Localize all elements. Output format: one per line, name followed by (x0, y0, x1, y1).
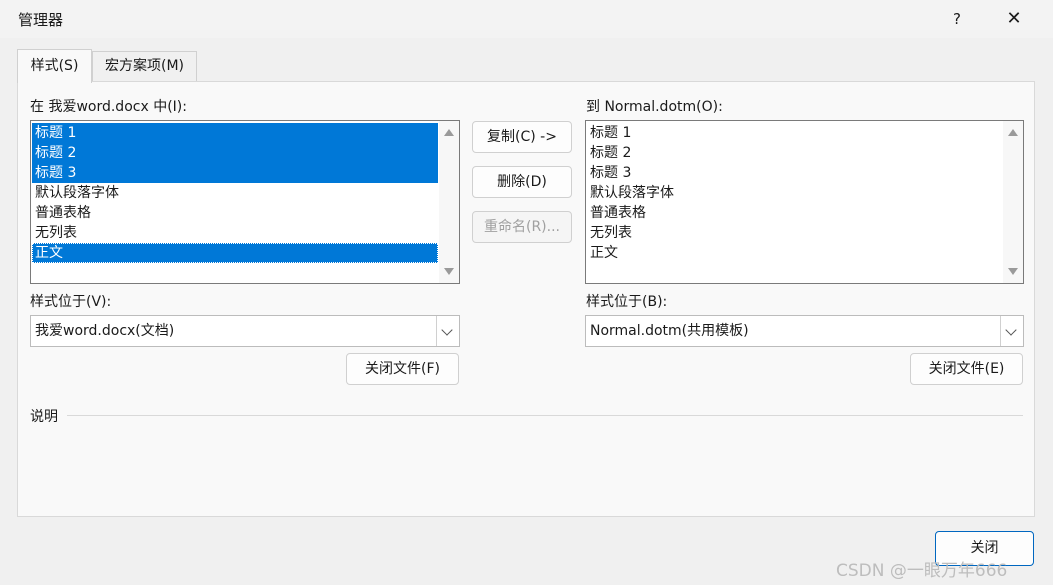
scroll-up-icon[interactable] (444, 129, 454, 136)
copy-button[interactable]: 复制(C) -> (472, 121, 572, 153)
close-target-file-button[interactable]: 关闭文件(E) (910, 353, 1023, 385)
list-item[interactable]: 标题 1 (32, 123, 438, 143)
dropdown-button[interactable] (1000, 316, 1023, 346)
list-item[interactable]: 标题 1 (587, 123, 993, 143)
list-item[interactable]: 标题 2 (587, 143, 993, 163)
list-item[interactable]: 无列表 (587, 223, 993, 243)
scroll-up-icon[interactable] (1008, 129, 1018, 136)
delete-button[interactable]: 删除(D) (472, 166, 572, 198)
list-item[interactable]: 普通表格 (32, 203, 438, 223)
title-bar: 管理器 ? ✕ (0, 0, 1053, 38)
tab-macro-project-items[interactable]: 宏方案项(M) (92, 51, 197, 82)
source-list-scrollbar[interactable] (439, 121, 459, 283)
source-location-label: 样式位于(V): (30, 294, 112, 310)
description-divider (67, 415, 1023, 416)
list-item[interactable]: 普通表格 (587, 203, 993, 223)
help-button[interactable]: ? (946, 8, 968, 30)
source-styles-list[interactable]: 标题 1 标题 2 标题 3 默认段落字体 普通表格 无列表 正文 (30, 120, 460, 284)
source-location-value: 我爱word.docx(文档) (35, 323, 175, 339)
list-item[interactable]: 正文 (32, 243, 438, 263)
target-styles-list[interactable]: 标题 1 标题 2 标题 3 默认段落字体 普通表格 无列表 正文 (585, 120, 1024, 284)
list-item[interactable]: 标题 3 (587, 163, 993, 183)
list-item[interactable]: 默认段落字体 (32, 183, 438, 203)
list-item[interactable]: 标题 3 (32, 163, 438, 183)
dropdown-button[interactable] (436, 316, 459, 346)
watermark-text: CSDN @一眼万年666 (836, 561, 1008, 581)
scroll-down-icon[interactable] (444, 268, 454, 275)
chevron-down-icon (1005, 324, 1017, 336)
target-list-scrollbar[interactable] (1003, 121, 1023, 283)
chevron-down-icon (441, 324, 453, 336)
target-location-select[interactable]: Normal.dotm(共用模板) (585, 315, 1024, 347)
list-item[interactable]: 默认段落字体 (587, 183, 993, 203)
close-window-icon[interactable]: ✕ (1003, 8, 1025, 30)
list-item[interactable]: 正文 (587, 243, 993, 263)
target-location-value: Normal.dotm(共用模板) (590, 323, 749, 339)
scroll-down-icon[interactable] (1008, 268, 1018, 275)
description-label: 说明 (30, 409, 58, 425)
target-list-label: 到 Normal.dotm(O): (586, 99, 723, 115)
tab-styles[interactable]: 样式(S) (17, 49, 92, 83)
close-source-file-button[interactable]: 关闭文件(F) (346, 353, 459, 385)
rename-button[interactable]: 重命名(R)... (472, 211, 572, 243)
list-item[interactable]: 标题 2 (32, 143, 438, 163)
list-item[interactable]: 无列表 (32, 223, 438, 243)
source-list-label: 在 我爱word.docx 中(I): (30, 99, 187, 115)
target-location-label: 样式位于(B): (586, 294, 668, 310)
source-location-select[interactable]: 我爱word.docx(文档) (30, 315, 460, 347)
dialog-title: 管理器 (18, 11, 64, 29)
